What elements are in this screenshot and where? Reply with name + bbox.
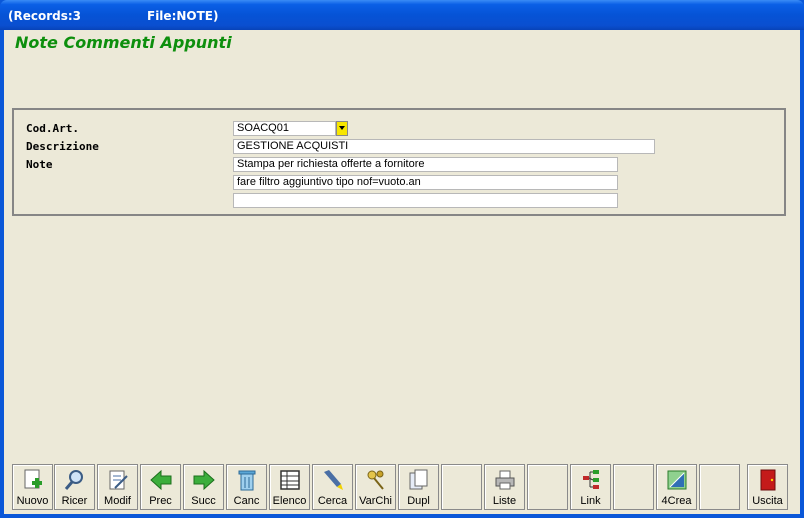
prec-button[interactable]: Prec (140, 464, 181, 510)
dupl-label: Dupl (407, 495, 430, 507)
keys-icon (367, 470, 384, 490)
uscita-label: Uscita (752, 495, 783, 507)
exit-door-icon (760, 469, 776, 491)
cerca-button[interactable]: Cerca (312, 464, 353, 510)
crea-button[interactable]: 4Crea (656, 464, 697, 510)
empty-slot-button-1[interactable] (441, 464, 482, 510)
empty-slot-button-3[interactable] (613, 464, 654, 510)
varchi-button[interactable]: VarChi (355, 464, 396, 510)
liste-label: Liste (492, 495, 517, 507)
form-title: Note Commenti Appunti (15, 33, 232, 52)
elenco-label: Elenco (272, 495, 307, 507)
liste-button[interactable]: Liste (484, 464, 525, 510)
nuovo-button[interactable]: Nuovo (12, 464, 53, 510)
printer-icon (495, 470, 515, 490)
chevron-down-icon (339, 126, 345, 130)
cod-art-label: Cod.Art. (26, 122, 79, 135)
link-label: Link (580, 495, 601, 507)
uscita-button[interactable]: Uscita (747, 464, 788, 510)
crea-label: 4Crea (661, 495, 692, 507)
command-toolbar: Nuovo Ricer Modif Prec Succ Canc Elenco … (12, 464, 792, 512)
ricer-label: Ricer (61, 495, 88, 507)
succ-label: Succ (191, 495, 216, 507)
cod-art-dropdown-button[interactable] (336, 121, 348, 136)
note-line-3-field[interactable] (233, 193, 618, 208)
dupl-button[interactable]: Dupl (398, 464, 439, 510)
nuovo-label: Nuovo (16, 495, 49, 507)
new-page-icon (24, 469, 42, 489)
magnifier-icon (64, 470, 83, 490)
modif-button[interactable]: Modif (97, 464, 138, 510)
descrizione-field[interactable]: GESTIONE ACQUISTI (233, 139, 655, 154)
empty-slot-button-4[interactable] (699, 464, 740, 510)
arrow-left-icon (150, 469, 172, 491)
title-bar[interactable]: (Records:3 File:NOTE) (0, 0, 804, 30)
file-name: File:NOTE) (147, 9, 219, 23)
app-window: (Records:3 File:NOTE) Note Commenti Appu… (0, 0, 804, 518)
cod-art-field[interactable]: SOACQ01 (233, 121, 336, 136)
design-icon (667, 470, 687, 490)
modif-label: Modif (104, 495, 131, 507)
descrizione-label: Descrizione (26, 140, 99, 153)
arrow-right-icon (193, 469, 215, 491)
link-button[interactable]: Link (570, 464, 611, 510)
canc-label: Canc (233, 495, 260, 507)
ricer-button[interactable]: Ricer (54, 464, 95, 510)
duplicate-icon (409, 469, 428, 490)
flashlight-icon (324, 470, 343, 490)
note-line-2-field[interactable]: fare filtro aggiuntivo tipo nof=vuoto.an (233, 175, 618, 190)
varchi-label: VarChi (359, 495, 392, 507)
elenco-button[interactable]: Elenco (269, 464, 310, 510)
empty-slot-button-2[interactable] (527, 464, 568, 510)
canc-button[interactable]: Canc (226, 464, 267, 510)
succ-button[interactable]: Succ (183, 464, 224, 510)
note-label: Note (26, 158, 53, 171)
edit-page-icon (109, 470, 128, 490)
note-line-1-field[interactable]: Stampa per richiesta offerte a fornitore (233, 157, 618, 172)
records-count: (Records:3 (8, 9, 82, 23)
list-icon (280, 470, 300, 490)
tree-icon (583, 470, 599, 489)
prec-label: Prec (149, 495, 172, 507)
form-area: Note Commenti Appunti Cod.Art. Descrizio… (4, 30, 800, 514)
trash-icon (238, 470, 256, 491)
cerca-label: Cerca (317, 495, 348, 507)
